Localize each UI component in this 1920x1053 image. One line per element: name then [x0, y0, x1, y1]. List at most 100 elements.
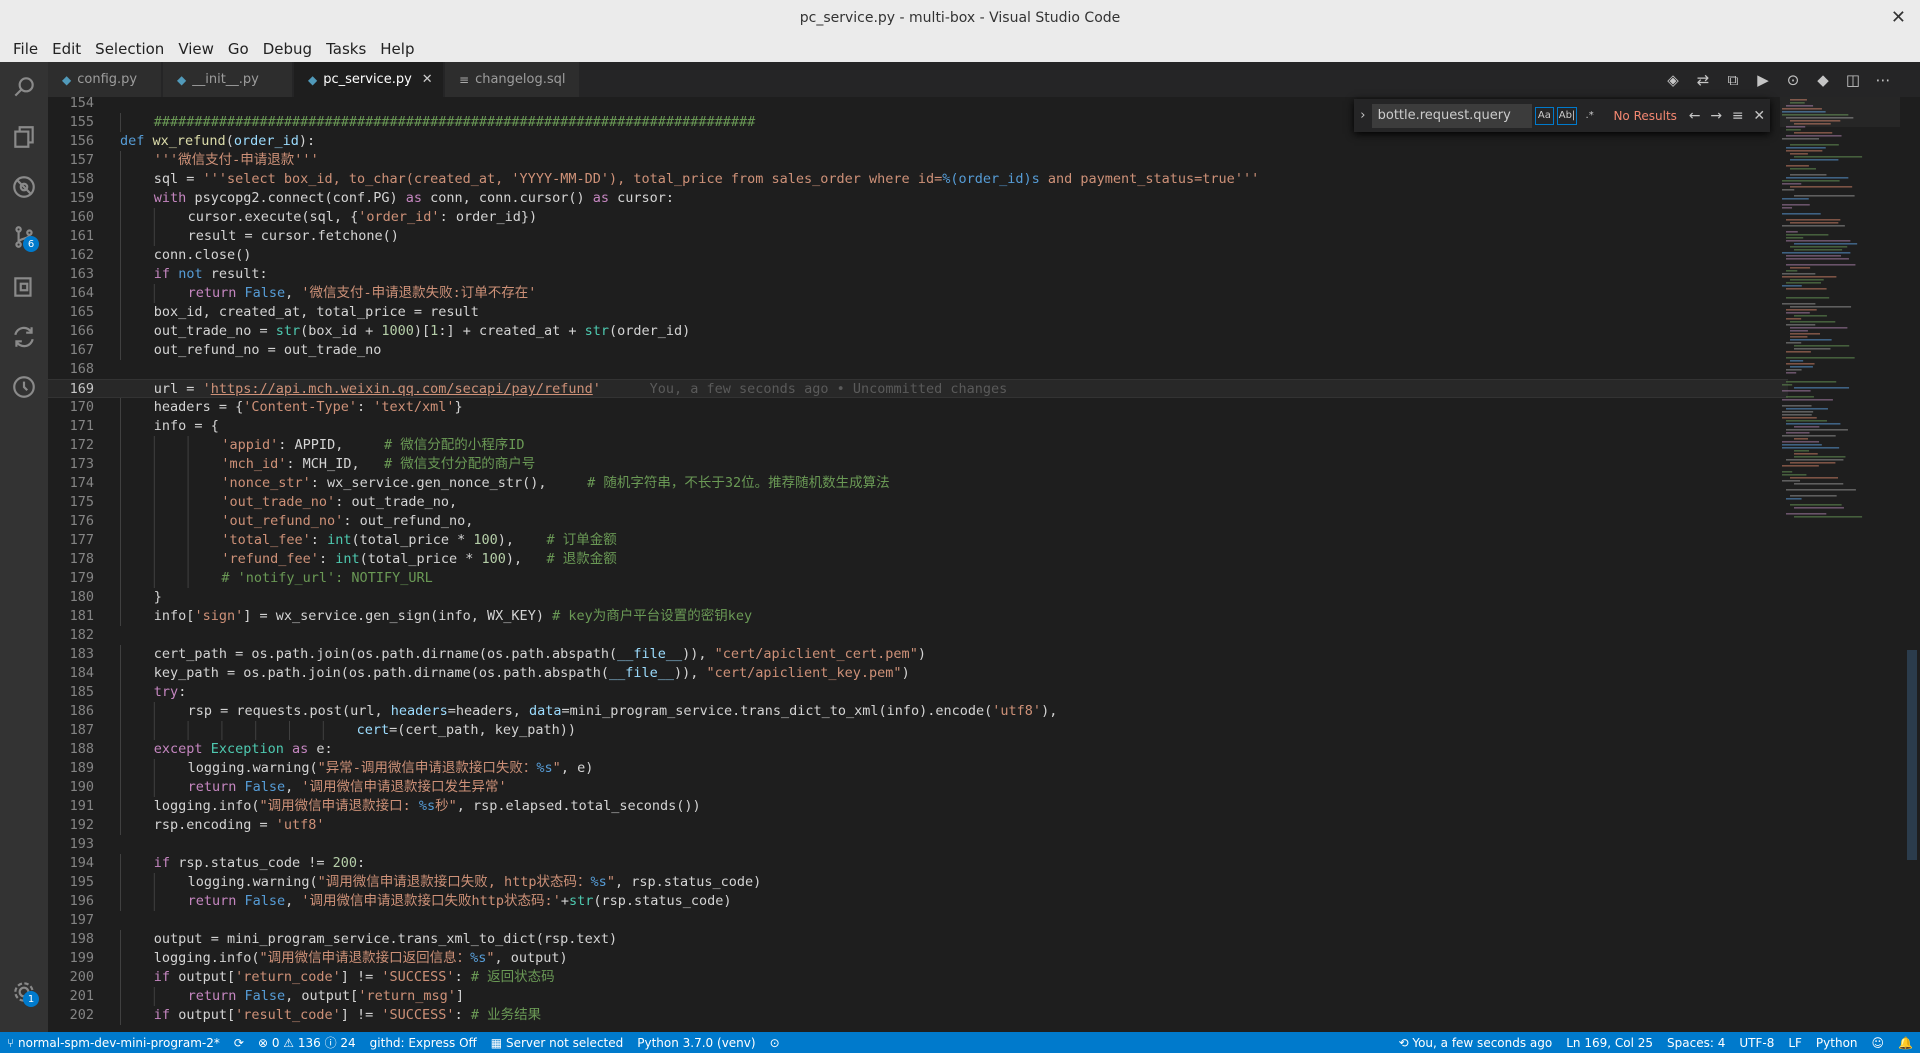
line-number[interactable]: 159 [48, 189, 94, 208]
run-icon[interactable]: ▶ [1748, 71, 1778, 89]
line-number[interactable]: 179 [48, 569, 94, 588]
line-number[interactable]: 157 [48, 151, 94, 170]
regex-button[interactable]: .* [1580, 107, 1600, 125]
line-number[interactable]: 197 [48, 911, 94, 930]
menu-help[interactable]: Help [373, 40, 421, 58]
code-line[interactable]: 191 logging.info("调用微信申请退款接口: %s秒", rsp.e… [48, 797, 1788, 816]
menu-selection[interactable]: Selection [88, 40, 171, 58]
code-line[interactable]: 181 info['sign'] = wx_service.gen_sign(in… [48, 607, 1788, 626]
line-number[interactable]: 186 [48, 702, 94, 721]
source-control-icon[interactable]: 6 [0, 212, 48, 262]
indentation[interactable]: Spaces: 4 [1660, 1036, 1732, 1050]
problems-status[interactable]: ⊗ 0 ⚠ 136 ⓘ 24 [251, 1034, 363, 1051]
line-number[interactable]: 168 [48, 360, 94, 379]
notifications-bell-icon[interactable]: 🔔 [1891, 1036, 1920, 1050]
branch-status[interactable]: ⑂ normal-spm-dev-mini-program-2* [0, 1036, 227, 1050]
line-number[interactable]: 169 [48, 380, 94, 399]
code-line[interactable]: 173 'mch_id': MCH_ID, # 微信支付分配的商户号 [48, 455, 1788, 474]
code-line[interactable]: 201 return False, output['return_msg'] [48, 987, 1788, 1006]
history-icon[interactable] [0, 362, 48, 412]
line-number[interactable]: 188 [48, 740, 94, 759]
code-line[interactable]: 188 except Exception as e: [48, 740, 1788, 759]
line-number[interactable]: 175 [48, 493, 94, 512]
line-number[interactable]: 160 [48, 208, 94, 227]
code-line[interactable]: 170 headers = {'Content-Type': 'text/xml'… [48, 398, 1788, 417]
line-number[interactable]: 172 [48, 436, 94, 455]
line-number[interactable]: 180 [48, 588, 94, 607]
code-line[interactable]: 176 'out_refund_no': out_refund_no, [48, 512, 1788, 531]
code-line[interactable]: 182 [48, 626, 1788, 645]
line-number[interactable]: 200 [48, 968, 94, 987]
line-number[interactable]: 185 [48, 683, 94, 702]
code-line[interactable]: 195 logging.warning("调用微信申请退款接口失败, http状态… [48, 873, 1788, 892]
code-line[interactable]: 183 cert_path = os.path.join(os.path.dirn… [48, 645, 1788, 664]
githd-status[interactable]: githd: Express Off [363, 1036, 484, 1050]
code-line[interactable]: 198 output = mini_program_service.trans_x… [48, 930, 1788, 949]
line-number[interactable]: 199 [48, 949, 94, 968]
scrollbar-thumb[interactable] [1907, 650, 1917, 860]
toggle-replace-icon[interactable]: › [1354, 108, 1372, 123]
line-number[interactable]: 164 [48, 284, 94, 303]
line-number[interactable]: 202 [48, 1006, 94, 1025]
code-line[interactable]: 156 def wx_refund(order_id): [48, 132, 1788, 151]
code-line[interactable]: 169 url = 'https://api.mch.weixin.qq.com/… [48, 379, 1788, 398]
code-line[interactable]: 160 cursor.execute(sql, {'order_id': orde… [48, 208, 1788, 227]
code-editor[interactable]: 154 155 ##################################… [48, 97, 1920, 1032]
tab-init[interactable]: ◆ __init__.py [163, 62, 293, 97]
code-line[interactable]: 171 info = { [48, 417, 1788, 436]
code-line[interactable]: 178 'refund_fee': int(total_price * 100),… [48, 550, 1788, 569]
line-number[interactable]: 162 [48, 246, 94, 265]
code-line[interactable]: 180} [48, 588, 1788, 607]
line-number[interactable]: 191 [48, 797, 94, 816]
menu-go[interactable]: Go [221, 40, 256, 58]
code-line[interactable]: 174 'nonce_str': wx_service.gen_nonce_str… [48, 474, 1788, 493]
code-line[interactable]: 165 box_id, created_at, total_price = res… [48, 303, 1788, 322]
code-line[interactable]: 194 if rsp.status_code != 200: [48, 854, 1788, 873]
code-line[interactable]: 185 try: [48, 683, 1788, 702]
code-line[interactable]: 187 cert=(cert_path, key_path)) [48, 721, 1788, 740]
code-line[interactable]: 197 [48, 911, 1788, 930]
code-line[interactable]: 196 return False, '调用微信申请退款接口失败http状态码:'+… [48, 892, 1788, 911]
code-line[interactable]: 157 '''微信支付-申请退款''' [48, 151, 1788, 170]
code-line[interactable]: 189 logging.warning("异常-调用微信申请退款接口失败：%s",… [48, 759, 1788, 778]
code-line[interactable]: 161 result = cursor.fetchone() [48, 227, 1788, 246]
settings-gear-icon[interactable]: 1 [0, 967, 48, 1017]
split-editor-icon[interactable]: ◫ [1838, 71, 1868, 89]
blame-status[interactable]: ⟲ You, a few seconds ago [1391, 1036, 1559, 1050]
line-number[interactable]: 165 [48, 303, 94, 322]
code-line[interactable]: 162 conn.close() [48, 246, 1788, 265]
code-line[interactable]: 190 return False, '调用微信申请退款接口发生异常' [48, 778, 1788, 797]
find-in-selection-icon[interactable]: ≡ [1727, 108, 1749, 124]
extensions-icon[interactable] [0, 262, 48, 312]
line-number[interactable]: 177 [48, 531, 94, 550]
line-number[interactable]: 194 [48, 854, 94, 873]
line-number[interactable]: 183 [48, 645, 94, 664]
tab-config[interactable]: ◆ config.py [48, 62, 162, 97]
code-line[interactable]: 168 [48, 360, 1788, 379]
code-line[interactable]: 172 'appid': APPID, # 微信分配的小程序ID [48, 436, 1788, 455]
line-number[interactable]: 182 [48, 626, 94, 645]
vertical-scrollbar[interactable] [1906, 97, 1920, 1032]
code-line[interactable]: 167 out_refund_no = out_trade_no [48, 341, 1788, 360]
tab-changelog[interactable]: ≡ changelog.sql [445, 62, 580, 97]
whole-word-button[interactable]: Ab| [1557, 106, 1577, 125]
line-number[interactable]: 195 [48, 873, 94, 892]
toggle-blame-icon[interactable]: ⊙ [1778, 71, 1808, 89]
line-number[interactable]: 192 [48, 816, 94, 835]
line-number[interactable]: 174 [48, 474, 94, 493]
line-number[interactable]: 187 [48, 721, 94, 740]
close-find-icon[interactable]: ✕ [1748, 108, 1770, 124]
line-number[interactable]: 190 [48, 778, 94, 797]
git-compare-icon[interactable]: ◈ [1658, 71, 1688, 89]
line-number[interactable]: 198 [48, 930, 94, 949]
line-number[interactable]: 156 [48, 132, 94, 151]
next-match-icon[interactable]: → [1705, 108, 1727, 124]
menu-tasks[interactable]: Tasks [319, 40, 373, 58]
line-number[interactable]: 189 [48, 759, 94, 778]
line-number[interactable]: 154 [48, 97, 94, 113]
debug-icon[interactable] [0, 162, 48, 212]
code-line[interactable]: 163 if not result: [48, 265, 1788, 284]
match-case-button[interactable]: Aa [1534, 106, 1555, 125]
code-line[interactable]: 186 rsp = requests.post(url, headers=head… [48, 702, 1788, 721]
line-number[interactable]: 178 [48, 550, 94, 569]
